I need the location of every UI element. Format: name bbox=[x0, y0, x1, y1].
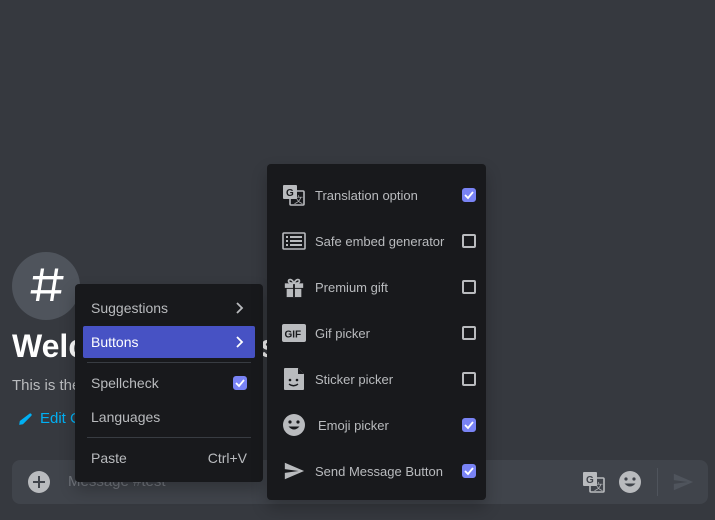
check-icon bbox=[235, 379, 245, 388]
check-icon bbox=[464, 191, 474, 200]
submenu-item-label: Premium gift bbox=[315, 279, 388, 295]
composer-translate-button[interactable]: G文 bbox=[582, 470, 606, 499]
check-icon bbox=[464, 467, 474, 476]
svg-text:G: G bbox=[586, 475, 594, 486]
menu-item-label: Spellcheck bbox=[91, 375, 159, 391]
submenu-item-label: Emoji picker bbox=[318, 417, 389, 433]
menu-item-label: Suggestions bbox=[91, 300, 169, 316]
pencil-icon bbox=[19, 413, 32, 425]
emoji-icon bbox=[281, 412, 307, 438]
menu-item-spellcheck[interactable]: Spellcheck bbox=[83, 367, 255, 399]
embed-checkbox[interactable] bbox=[462, 234, 476, 248]
svg-text:文: 文 bbox=[294, 194, 303, 205]
submenu-item-label: Translation option bbox=[315, 187, 418, 203]
menu-item-label: Paste bbox=[91, 450, 127, 466]
channel-hash-icon bbox=[12, 252, 80, 320]
menu-item-label: Languages bbox=[91, 409, 161, 425]
svg-text:G: G bbox=[286, 188, 294, 199]
send-icon bbox=[673, 473, 694, 491]
context-menu: Suggestions Buttons Spellcheck Languages… bbox=[75, 284, 263, 482]
paste-shortcut: Ctrl+V bbox=[207, 450, 247, 466]
submenu-item-emoji[interactable]: Emoji picker bbox=[281, 402, 476, 448]
check-icon bbox=[464, 421, 474, 430]
menu-separator bbox=[87, 437, 251, 438]
translate-icon: G文 bbox=[281, 182, 307, 208]
svg-text:GIF: GIF bbox=[285, 330, 302, 341]
send-icon bbox=[281, 458, 307, 484]
submenu-item-sticker[interactable]: Sticker picker bbox=[281, 356, 476, 402]
gif-icon: GIF bbox=[281, 320, 307, 346]
submenu-item-gift[interactable]: Premium gift bbox=[281, 264, 476, 310]
composer-divider bbox=[657, 468, 658, 496]
attach-plus-button[interactable] bbox=[28, 471, 50, 493]
submenu-item-label: Safe embed generator bbox=[315, 233, 445, 249]
submenu-item-embed[interactable]: Safe embed generator bbox=[281, 218, 476, 264]
welcome-subtitle: This is the bbox=[12, 377, 81, 394]
menu-item-paste[interactable]: Paste Ctrl+V bbox=[83, 442, 255, 474]
composer-emoji-button[interactable] bbox=[618, 470, 642, 499]
sticker-checkbox[interactable] bbox=[462, 372, 476, 386]
submenu-item-label: Send Message Button bbox=[315, 463, 443, 479]
composer-send-button[interactable] bbox=[672, 471, 694, 498]
buttons-submenu: G文 Translation option Safe embed generat… bbox=[267, 164, 486, 500]
edit-channel-link[interactable]: Edit C bbox=[18, 410, 81, 427]
submenu-item-translation[interactable]: G文 Translation option bbox=[281, 172, 476, 218]
plus-icon bbox=[33, 476, 45, 488]
menu-separator bbox=[87, 362, 251, 363]
submenu-item-gif[interactable]: GIF Gif picker bbox=[281, 310, 476, 356]
gift-icon bbox=[281, 274, 307, 300]
svg-text:文: 文 bbox=[594, 481, 603, 492]
gift-checkbox[interactable] bbox=[462, 280, 476, 294]
sticker-icon bbox=[281, 366, 307, 392]
menu-item-label: Buttons bbox=[91, 334, 139, 350]
spellcheck-checkbox[interactable] bbox=[233, 376, 247, 390]
chevron-right-icon bbox=[236, 302, 244, 314]
menu-item-buttons[interactable]: Buttons bbox=[83, 326, 255, 358]
menu-item-suggestions[interactable]: Suggestions bbox=[83, 292, 255, 324]
submenu-item-label: Gif picker bbox=[315, 325, 370, 341]
emoji-icon bbox=[619, 471, 641, 493]
translation-checkbox[interactable] bbox=[462, 188, 476, 202]
submenu-item-send[interactable]: Send Message Button bbox=[281, 448, 476, 494]
embed-icon bbox=[281, 228, 307, 254]
emoji-checkbox[interactable] bbox=[462, 418, 476, 432]
send-checkbox[interactable] bbox=[462, 464, 476, 478]
translate-icon: G文 bbox=[583, 472, 605, 493]
menu-item-languages[interactable]: Languages bbox=[83, 401, 255, 433]
gif-checkbox[interactable] bbox=[462, 326, 476, 340]
submenu-item-label: Sticker picker bbox=[315, 371, 394, 387]
chevron-right-icon bbox=[236, 336, 244, 348]
